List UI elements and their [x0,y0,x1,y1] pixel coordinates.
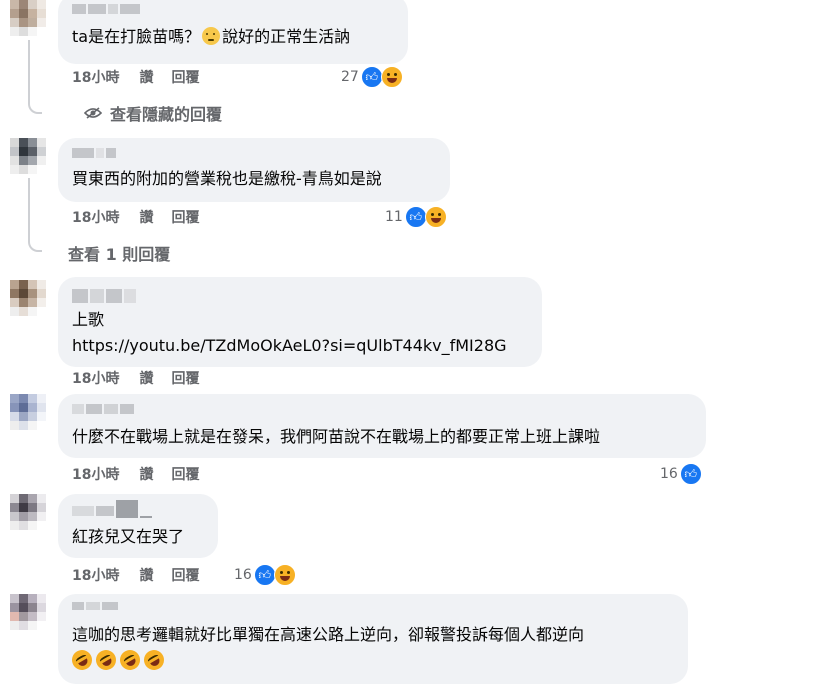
comment-text: 上歌 [72,310,105,329]
thread-line [28,178,30,238]
thumbs-up-icon: 👍︎ [253,564,276,586]
reaction-count: 27 [341,69,359,85]
avatar[interactable] [10,494,46,530]
thread-connector [28,98,42,114]
avatar[interactable] [10,394,46,430]
comment-actions: 18小時 讚 回覆 [72,466,199,484]
reply-button[interactable]: 回覆 [171,466,199,484]
youtube-link[interactable]: https://youtu.be/TZdMoOkAeL0?si=qUlbT44k… [72,333,507,359]
reaction-summary[interactable]: 16 👍︎ [660,463,702,485]
like-button[interactable]: 讚 [139,69,153,87]
reply-button[interactable]: 回覆 [171,209,199,227]
thumbs-up-icon: 👍︎ [360,66,383,88]
reaction-summary[interactable]: 27 👍︎ [341,66,403,88]
thread-connector [28,236,42,252]
author-name-redacted[interactable] [72,148,116,158]
comment-bubble: 紅孩兒又在哭了 [58,494,218,558]
haha-icon [424,206,447,228]
comment-text: 買東西的附加的營業稅也是繳稅-青鳥如是說 [72,169,382,188]
view-replies-link[interactable]: 查看 1 則回覆 [68,241,170,265]
eye-slash-icon [84,107,102,119]
comment-bubble: 這咖的思考邏輯就好比單獨在高速公路上逆向，卻報警投訴每個人都逆向 [58,594,688,684]
timestamp[interactable]: 18小時 [72,567,119,585]
comment-actions: 18小時 讚 回覆 [72,69,199,87]
timestamp[interactable]: 18小時 [72,209,119,227]
comment-actions: 18小時 讚 回覆 [72,209,199,227]
comment-text: ta是在打臉苗嗎？ 說好的正常生活訥 [72,27,351,46]
reaction-count: 16 [234,567,252,583]
reaction-count: 16 [660,466,678,482]
view-hidden-replies-link[interactable]: 查看隱藏的回覆 [84,101,222,125]
comment-bubble: 什麼不在戰場上就是在發呆，我們阿苗說不在戰場上的都要正常上班上課啦 [58,394,706,458]
timestamp[interactable]: 18小時 [72,370,119,388]
haha-icon [273,564,296,586]
like-button[interactable]: 讚 [139,370,153,388]
comment-text: 這咖的思考邏輯就好比單獨在高速公路上逆向，卻報警投訴每個人都逆向 [72,625,585,644]
reply-button[interactable]: 回覆 [171,69,199,87]
avatar[interactable] [10,594,46,630]
timestamp[interactable]: 18小時 [72,69,119,87]
reply-button[interactable]: 回覆 [171,370,199,388]
reaction-summary[interactable]: 11 👍︎ [385,206,447,228]
emoji-row [68,646,168,678]
haha-icon [380,66,403,88]
like-button[interactable]: 讚 [139,209,153,227]
comment-text: 什麼不在戰場上就是在發呆，我們阿苗說不在戰場上的都要正常上班上課啦 [72,427,601,446]
slightly-frowning-face-icon [202,27,221,45]
comment-bubble: 買東西的附加的營業稅也是繳稅-青鳥如是說 [58,138,450,202]
reaction-count: 11 [385,209,403,225]
reaction-summary[interactable]: 16 👍︎ [234,564,296,586]
avatar[interactable] [10,138,46,174]
comment-bubble: ta是在打臉苗嗎？ 說好的正常生活訥 [58,0,408,64]
avatar[interactable] [10,0,46,36]
comment-actions: 18小時 讚 回覆 [72,567,199,585]
thumbs-up-icon: 👍︎ [679,463,702,485]
comment-text: 紅孩兒又在哭了 [72,527,185,546]
reply-button[interactable]: 回覆 [171,567,199,585]
comment-actions: 18小時 讚 回覆 [72,370,199,388]
avatar[interactable] [10,280,46,316]
timestamp[interactable]: 18小時 [72,466,119,484]
like-button[interactable]: 讚 [139,466,153,484]
author-name-redacted[interactable] [72,500,152,518]
thumbs-up-icon: 👍︎ [404,206,427,228]
author-name-redacted[interactable] [72,404,134,414]
like-button[interactable]: 讚 [139,567,153,585]
author-name-redacted[interactable] [72,602,118,610]
author-name-redacted[interactable] [72,4,140,14]
author-name-redacted[interactable] [72,289,136,303]
thread-line [28,40,30,100]
comment-bubble: 上歌 https://youtu.be/TZdMoOkAeL0?si=qUlbT… [58,277,542,367]
